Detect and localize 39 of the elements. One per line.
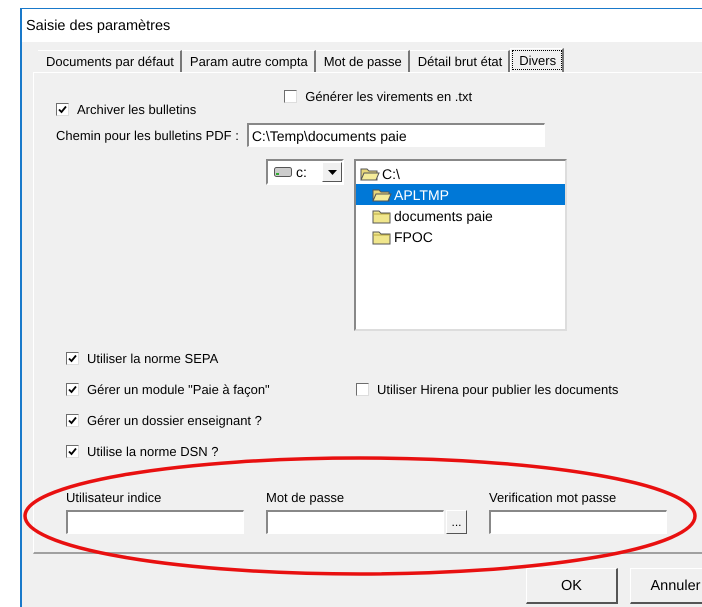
tab[interactable]: Param autre compta [182, 50, 316, 72]
check-icon [68, 416, 77, 424]
drive-dropdown[interactable]: c: [266, 159, 344, 185]
checkbox[interactable]: Utiliser la norme SEPA [66, 350, 306, 366]
folder-icon [372, 208, 392, 224]
check-icon [68, 384, 77, 394]
checkbox[interactable]: Utilise la norme DSN ? [66, 444, 306, 458]
field-label: Utilisateur indice [66, 490, 162, 505]
open-folder-icon [360, 166, 380, 182]
field-label: Verification mot passe [489, 490, 618, 505]
dialog-button[interactable]: OK [526, 568, 618, 604]
folder-item[interactable]: FPOC [356, 226, 565, 247]
path-field[interactable]: C:\Temp\documents paie [246, 123, 545, 147]
checkbox[interactable]: Archiver les bulletins [56, 99, 196, 119]
checkbox[interactable]: Gérer un module "Paie à façon" [66, 382, 306, 396]
field-label: Mot de passe [266, 490, 346, 505]
drive-icon [274, 167, 292, 177]
dropdown-arrow-icon [328, 170, 336, 174]
tab[interactable]: Documents par défaut [38, 50, 182, 72]
folder-item[interactable]: APLTMP [356, 184, 565, 205]
open-folder-icon [372, 186, 392, 202]
check-icon [58, 104, 67, 114]
browse-button[interactable]: ... [446, 510, 467, 534]
tab[interactable]: Divers [510, 48, 564, 72]
checkbox[interactable]: Générer les virements en .txt [284, 89, 472, 104]
input-field[interactable] [66, 510, 244, 534]
folder-icon [372, 228, 392, 244]
folder-item[interactable]: C:\ [356, 163, 565, 184]
dialog-button[interactable]: Annuler [630, 568, 702, 604]
checkbox[interactable]: Gérer un dossier enseignant ? [66, 412, 306, 428]
checkbox[interactable]: Utiliser Hirena pour publier les documents [356, 382, 618, 396]
tab[interactable]: Mot de passe [316, 50, 410, 72]
check-icon [68, 446, 77, 456]
folder-item[interactable]: documents paie [356, 205, 565, 226]
check-icon [68, 354, 77, 362]
input-field[interactable] [489, 510, 667, 534]
window-title: Saisie des paramètres [26, 18, 170, 34]
password-field[interactable] [266, 510, 444, 534]
field-label: Chemin pour les bulletins PDF : [56, 128, 239, 142]
